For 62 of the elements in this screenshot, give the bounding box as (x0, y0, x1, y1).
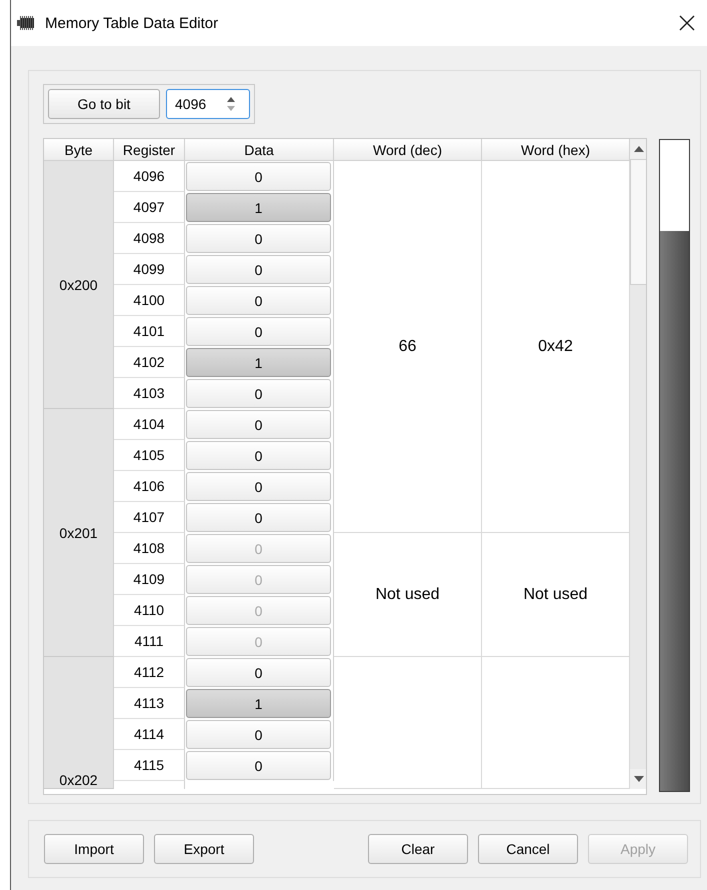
bit-toggle-button[interactable]: 0 (186, 255, 331, 284)
bit-toggle-button[interactable]: 0 (186, 751, 331, 780)
register-cell: 4106 (114, 471, 185, 502)
register-cell: 4103 (114, 378, 185, 409)
word-hex-cell: 0x42 (482, 161, 630, 533)
bit-toggle-button[interactable]: 0 (186, 410, 331, 439)
register-cell: 4097 (114, 192, 185, 223)
register-cell: 4108 (114, 533, 185, 564)
column-header[interactable]: Data (185, 139, 334, 161)
register-cell: 4112 (114, 657, 185, 688)
register-cell: 4104 (114, 409, 185, 440)
register-cell: 4109 (114, 564, 185, 595)
register-cell: 4098 (114, 223, 185, 254)
word-dec-cell: Not used (334, 533, 482, 657)
dialog-button[interactable]: Cancel (478, 834, 578, 864)
word-hex-cell: Not used (482, 533, 630, 657)
bit-toggle-button[interactable]: 0 (186, 472, 331, 501)
register-cell: 4113 (114, 688, 185, 719)
bit-toggle-button[interactable]: 1 (186, 689, 331, 718)
register-cell: 4111 (114, 626, 185, 657)
byte-cell: 0x200 (44, 161, 114, 409)
go-to-bit-button[interactable]: Go to bit (48, 89, 160, 119)
bit-toggle-button[interactable]: 0 (186, 286, 331, 315)
bit-toggle-button[interactable]: 0 (186, 720, 331, 749)
byte-cell: 0x201 (44, 409, 114, 657)
register-cell: 4101 (114, 316, 185, 347)
column-header[interactable]: Byte (44, 139, 114, 161)
register-cell: 4115 (114, 750, 185, 781)
register-cell: 4107 (114, 502, 185, 533)
scroll-up-icon (634, 146, 644, 152)
bit-toggle-button[interactable]: 0 (186, 658, 331, 687)
column-header[interactable]: Word (hex) (482, 139, 630, 161)
bit-toggle-button[interactable]: 0 (186, 224, 331, 253)
bit-toggle-button[interactable]: 0 (186, 317, 331, 346)
bit-toggle-button[interactable]: 1 (186, 193, 331, 222)
word-dec-cell: 66 (334, 161, 482, 533)
byte-cell: 0x202 (44, 657, 114, 789)
window-title: Memory Table Data Editor (45, 14, 220, 32)
bit-spin-box[interactable]: 4096 (166, 89, 250, 119)
column-header[interactable]: Register (114, 139, 185, 161)
bit-toggle-button[interactable]: 0 (186, 503, 331, 532)
chip-icon (17, 16, 37, 30)
table-scrollbar[interactable] (630, 139, 646, 789)
register-cell: 4105 (114, 440, 185, 471)
bit-toggle-button[interactable]: 1 (186, 348, 331, 377)
scroll-thumb[interactable] (630, 159, 646, 285)
register-cell: 4099 (114, 254, 185, 285)
register-cell: 4114 (114, 719, 185, 750)
bit-toggle-button[interactable]: 0 (186, 441, 331, 470)
column-header[interactable]: Word (dec) (334, 139, 482, 161)
dialog-button[interactable]: Import (44, 834, 144, 864)
register-cell: 4100 (114, 285, 185, 316)
bit-number-input[interactable]: 4096 (173, 95, 225, 113)
scroll-down-icon (634, 776, 644, 782)
bit-toggle-button[interactable]: 0 (186, 379, 331, 408)
close-icon (679, 15, 695, 31)
bit-toggle-button[interactable]: 0 (186, 162, 331, 191)
dialog-button[interactable]: Export (154, 834, 254, 864)
register-cell: 4110 (114, 595, 185, 626)
dialog-button[interactable]: Clear (368, 834, 468, 864)
register-cell: 4102 (114, 347, 185, 378)
register-cell: 4096 (114, 161, 185, 192)
